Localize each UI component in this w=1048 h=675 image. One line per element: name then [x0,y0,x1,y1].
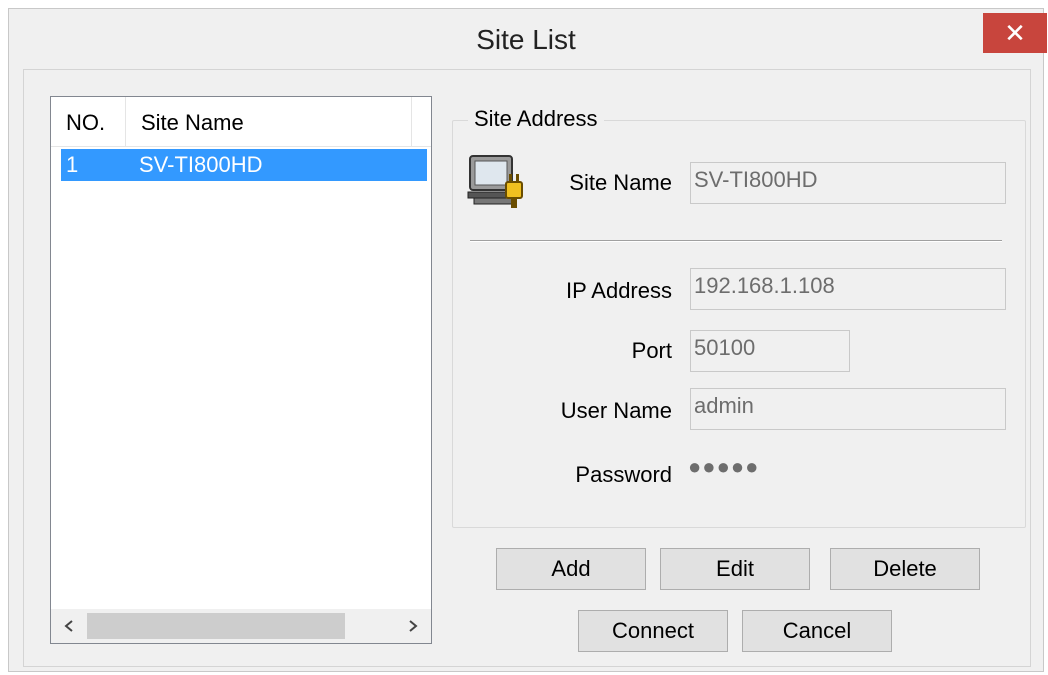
scroll-right-arrow[interactable] [395,609,431,643]
list-header: NO. Site Name [51,97,431,147]
dialog-body: NO. Site Name 1 SV-TI800HD Site Address [23,69,1031,667]
list-item-number: 1 [66,152,79,177]
password-label: Password [575,462,672,487]
edit-button[interactable]: Edit [660,548,810,590]
list-item[interactable]: 1 SV-TI800HD [61,149,427,181]
group-title: Site Address [468,106,604,132]
close-button[interactable]: ✕ [983,13,1047,53]
port-label: Port [631,338,672,363]
add-button[interactable]: Add [496,548,646,590]
delete-button[interactable]: Delete [830,548,980,590]
password-field[interactable]: ●●●●● [688,454,759,480]
site-name-label: Site Name [569,170,672,195]
site-list-dialog: Site List ✕ NO. Site Name 1 SV-TI800HD S… [8,8,1047,672]
close-icon: ✕ [1004,18,1026,48]
port-field[interactable]: 50100 [690,330,850,372]
list-item-site-name: SV-TI800HD [139,152,263,177]
ip-address-field[interactable]: 192.168.1.108 [690,268,1006,310]
user-name-label: User Name [560,398,672,423]
chevron-left-icon [64,620,73,632]
column-header-site-name[interactable]: Site Name [126,97,412,147]
user-name-field[interactable]: admin [690,388,1006,430]
column-header-no[interactable]: NO. [51,97,126,147]
ip-address-label: IP Address [566,278,672,303]
connect-button[interactable]: Connect [578,610,728,652]
site-list-view[interactable]: NO. Site Name 1 SV-TI800HD [50,96,432,644]
title-bar: Site List [9,9,1043,69]
site-name-field[interactable]: SV-TI800HD [690,162,1006,204]
window-title: Site List [476,24,576,55]
cancel-button[interactable]: Cancel [742,610,892,652]
chevron-right-icon [409,620,418,632]
scroll-thumb[interactable] [87,613,345,639]
separator [470,240,1002,242]
scroll-left-arrow[interactable] [51,609,87,643]
horizontal-scrollbar[interactable] [51,609,431,643]
